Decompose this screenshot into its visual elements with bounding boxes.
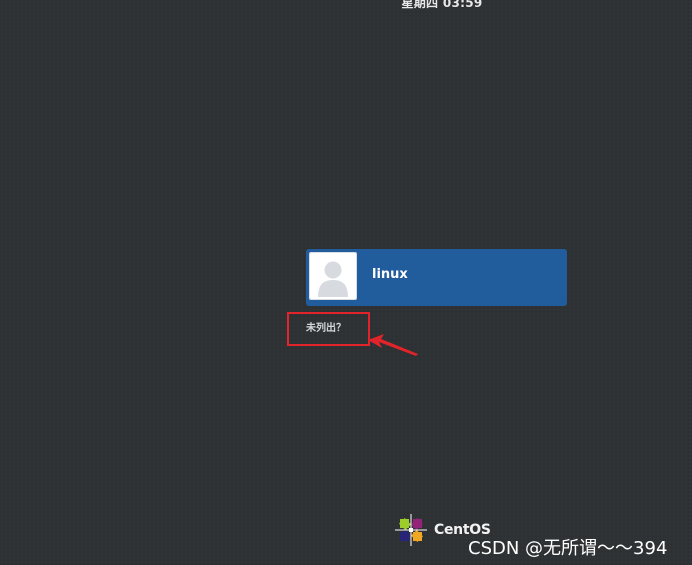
user-list-item-linux[interactable]: linux: [306, 249, 567, 306]
annotation-arrow-icon: [368, 334, 418, 356]
centos-logo-icon: [395, 514, 427, 546]
user-avatar-icon: [309, 252, 357, 300]
top-bar-clock[interactable]: 星期四 03:59: [0, 0, 692, 11]
user-name-label: linux: [372, 267, 408, 282]
annotation-highlight-box: [287, 312, 370, 346]
csdn-watermark: CSDN @无所谓～～394: [468, 538, 668, 559]
